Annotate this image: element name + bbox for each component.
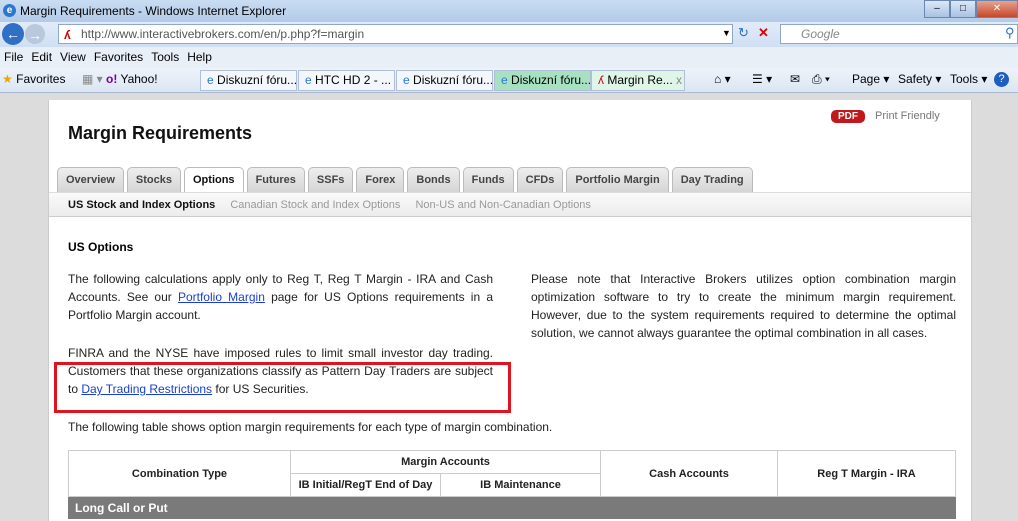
forward-button[interactable]: → [25,24,45,44]
page-title: Margin Requirements [68,123,253,143]
search-icon[interactable]: ⚲ [1005,25,1015,41]
tab-label: Diskuzní fóru... [217,73,297,87]
table-intro: The following table shows option margin … [68,420,553,434]
menu-file[interactable]: File [4,50,23,64]
site-favicon: ʎ [598,73,604,87]
tab-options[interactable]: Options [184,167,244,192]
quick-tabs-icon[interactable]: ▦ ▾ [82,72,103,86]
favorites-bar: ★ Favorites ▦ ▾ o! Yahoo! e Diskuzní fór… [0,68,1018,93]
ie-icon: e [501,73,508,87]
menu-favorites[interactable]: Favorites [94,50,143,64]
browser-tab-active[interactable]: ʎ Margin Re... x [591,70,685,91]
portfolio-margin-link[interactable]: Portfolio Margin [178,290,265,304]
subtab-non-us-options[interactable]: Non-US and Non-Canadian Options [415,199,591,211]
optimization-note: Please note that Interactive Brokers uti… [531,272,956,340]
minimize-button[interactable]: – [924,0,950,18]
tab-futures[interactable]: Futures [246,167,305,192]
mail-icon[interactable]: ✉ [790,72,800,86]
close-button[interactable]: ✕ [976,0,1018,18]
favorite-yahoo[interactable]: o! Yahoo! [106,72,158,86]
menu-tools[interactable]: Tools [151,50,179,64]
browser-tab[interactable]: e Diskuzní fóru... [396,70,493,91]
ie-icon: e [207,73,214,87]
tab-bonds[interactable]: Bonds [407,167,460,192]
tab-label: HTC HD 2 - ... [315,73,392,87]
browser-tab[interactable]: e Diskuzní fóru... [200,70,297,91]
feeds-icon[interactable]: ☰ ▾ [752,72,772,86]
site-favicon: ʎ [64,28,71,42]
pdf-button[interactable]: PDF [831,110,865,123]
page-menu[interactable]: Page ▾ [852,72,889,86]
intro-paragraph: The following calculations apply only to… [68,270,493,324]
url-input[interactable]: ʎ http://www.interactivebrokers.com/en/p.… [58,24,733,44]
tab-day-trading[interactable]: Day Trading [671,167,753,192]
back-button[interactable]: ← [2,23,24,45]
print-friendly-link[interactable]: Print Friendly [875,110,940,122]
subtab-us-options[interactable]: US Stock and Index Options [68,199,215,211]
menu-help[interactable]: Help [187,50,212,64]
home-icon[interactable]: ⌂ ▾ [714,72,731,86]
search-input[interactable]: Google [780,24,1018,44]
ie-icon: e [3,4,16,17]
stop-icon[interactable]: ✕ [758,25,769,41]
header-cash-accounts: Cash Accounts [600,450,778,497]
content-panel: Margin Requirements PDF Print Friendly O… [48,100,972,521]
browser-tab[interactable]: e HTC HD 2 - ... [298,70,395,91]
search-placeholder: Google [801,27,840,41]
browser-tab[interactable]: e Diskuzní fóru... [494,70,591,91]
menu-view[interactable]: View [60,50,86,64]
tab-label: Diskuzní fóru... [511,73,591,87]
help-icon[interactable]: ? [994,72,1009,87]
margin-table: Combination Type Margin Accounts Cash Acco… [68,450,956,519]
header-margin-accounts: Margin Accounts [290,450,601,474]
ie-icon: e [305,73,312,87]
tab-forex[interactable]: Forex [356,167,405,192]
highlight-box [54,362,511,413]
menu-bar: File Edit View Favorites Tools Help [0,47,1018,68]
print-icon[interactable]: ⎙ ▾ [812,72,830,87]
ie-icon: e [403,73,410,87]
refresh-icon[interactable]: ↻ [738,25,749,41]
row-long-call-or-put: Long Call or Put [68,496,956,519]
header-reg-t-ira: Reg T Margin - IRA [777,450,956,497]
subtab-canadian-options[interactable]: Canadian Stock and Index Options [230,199,400,211]
star-icon: ★ [2,72,13,86]
header-ib-maintenance: IB Maintenance [440,473,601,497]
address-bar: ← → ʎ http://www.interactivebrokers.com/en… [0,22,1018,47]
safety-menu[interactable]: Safety ▾ [898,72,941,86]
tab-portfolio-margin[interactable]: Portfolio Margin [566,167,669,192]
menu-edit[interactable]: Edit [31,50,52,64]
section-heading: US Options [68,240,134,254]
tools-menu[interactable]: Tools ▾ [950,72,987,86]
tab-label: Yahoo! [120,72,158,86]
window-title: Margin Requirements - Windows Internet E… [20,4,287,18]
url-dropdown-icon[interactable]: ▼ [722,28,731,38]
favorites-label: Favorites [16,72,66,86]
sub-tabs: US Stock and Index Options Canadian Stoc… [49,192,971,217]
header-combination-type: Combination Type [68,450,291,497]
tab-ssfs[interactable]: SSFs [307,167,354,192]
tab-cfds[interactable]: CFDs [516,167,564,192]
favorites-button[interactable]: ★ Favorites [2,72,65,86]
maximize-button[interactable]: □ [950,0,976,18]
main-tabs: Overview Stocks Options Futures SSFs For… [57,167,753,192]
tab-label: Diskuzní fóru... [413,73,493,87]
tab-stocks[interactable]: Stocks [126,167,181,192]
tab-funds[interactable]: Funds [462,167,514,192]
url-text: http://www.interactivebrokers.com/en/p.p… [81,27,365,41]
tab-overview[interactable]: Overview [57,167,124,192]
header-ib-initial: IB Initial/RegT End of Day [290,473,441,497]
close-tab-icon[interactable]: x [676,73,682,87]
title-bar: e Margin Requirements - Windows Internet … [0,0,1018,22]
tab-label: Margin Re... [607,73,673,87]
